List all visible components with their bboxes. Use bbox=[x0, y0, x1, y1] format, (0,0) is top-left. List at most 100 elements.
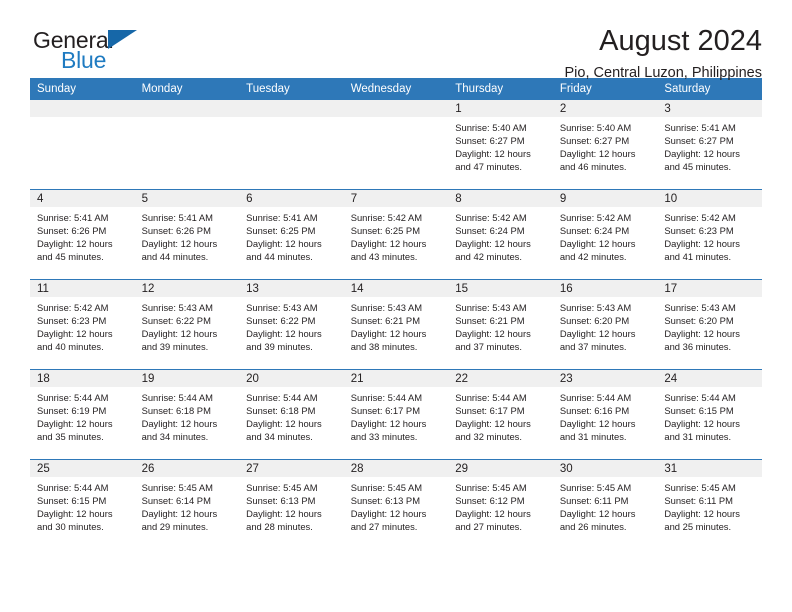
triangle-icon bbox=[108, 30, 137, 49]
weekday-header-wednesday: Wednesday bbox=[343, 78, 449, 100]
day-detail-line: Sunrise: 5:45 AM bbox=[664, 482, 736, 493]
calendar-day-cell[interactable]: 20 Sunrise: 5:44 AM Sunset: 6:18 PM Dayligh… bbox=[239, 369, 344, 460]
day-detail-line: Sunrise: 5:45 AM bbox=[455, 482, 527, 493]
day-detail-line: Daylight: 12 hours bbox=[664, 328, 740, 340]
calendar-day-cell[interactable]: 21 Sunrise: 5:44 AM Sunset: 6:17 PM Dayligh… bbox=[343, 369, 449, 460]
calendar-day-cell-empty bbox=[343, 100, 449, 190]
day-detail-line: and 33 minutes. bbox=[350, 431, 418, 443]
calendar-day-cell[interactable]: 18 Sunrise: 5:44 AM Sunset: 6:19 PM Dayligh… bbox=[30, 369, 135, 460]
calendar-day-cell-empty bbox=[134, 100, 240, 190]
day-detail-line: Daylight: 12 hours bbox=[141, 328, 218, 340]
calendar-day-cell[interactable]: 11 Sunrise: 5:42 AM Sunset: 6:23 PM Dayligh… bbox=[30, 279, 135, 370]
day-detail-line: Daylight: 12 hours bbox=[37, 508, 113, 520]
day-number: 13 bbox=[239, 280, 344, 297]
day-details: Sunrise: 5:42 AM Sunset: 6:24 PM Daylight:… bbox=[448, 207, 553, 263]
calendar-day-cell[interactable]: 16 Sunrise: 5:43 AM Sunset: 6:20 PM Dayligh… bbox=[552, 279, 658, 370]
day-number: 11 bbox=[30, 280, 135, 297]
day-detail-line: Daylight: 12 hours bbox=[246, 328, 322, 340]
calendar-day-cell[interactable]: 27 Sunrise: 5:45 AM Sunset: 6:13 PM Dayligh… bbox=[239, 459, 344, 549]
day-detail-line: Daylight: 12 hours bbox=[141, 418, 218, 430]
day-detail-line: Sunset: 6:25 PM bbox=[246, 225, 316, 237]
day-details: Sunrise: 5:45 AM Sunset: 6:11 PM Daylight:… bbox=[553, 477, 658, 533]
calendar-day-cell[interactable]: 9 Sunrise: 5:42 AM Sunset: 6:24 PM Daylight… bbox=[552, 189, 658, 280]
calendar-week-row: 25 Sunrise: 5:44 AM Sunset: 6:15 PM Dayligh… bbox=[30, 459, 762, 549]
calendar-day-cell[interactable]: 7 Sunrise: 5:42 AM Sunset: 6:25 PM Daylight… bbox=[343, 189, 449, 280]
day-detail-line: Daylight: 12 hours bbox=[455, 148, 531, 160]
day-number: 22 bbox=[448, 370, 553, 387]
day-detail-line: Daylight: 12 hours bbox=[350, 418, 427, 430]
day-detail-line: Sunset: 6:19 PM bbox=[37, 405, 107, 417]
day-detail-line: Sunrise: 5:42 AM bbox=[350, 212, 423, 223]
day-number: 17 bbox=[657, 280, 762, 297]
calendar-day-cell[interactable]: 30 Sunrise: 5:45 AM Sunset: 6:11 PM Dayligh… bbox=[552, 459, 658, 549]
day-detail-line: and 44 minutes. bbox=[246, 251, 313, 263]
calendar-day-cell[interactable]: 25 Sunrise: 5:44 AM Sunset: 6:15 PM Dayligh… bbox=[30, 459, 135, 549]
day-detail-line: Sunrise: 5:45 AM bbox=[350, 482, 423, 493]
day-details bbox=[239, 117, 344, 121]
day-number: 3 bbox=[657, 100, 762, 117]
day-detail-line: Sunrise: 5:42 AM bbox=[455, 212, 527, 223]
calendar-day-cell[interactable]: 15 Sunrise: 5:43 AM Sunset: 6:21 PM Dayligh… bbox=[448, 279, 553, 370]
day-detail-line: Daylight: 12 hours bbox=[455, 238, 531, 250]
day-details: Sunrise: 5:44 AM Sunset: 6:18 PM Daylight:… bbox=[239, 387, 344, 443]
day-number: 25 bbox=[30, 460, 135, 477]
calendar-day-cell[interactable]: 28 Sunrise: 5:45 AM Sunset: 6:13 PM Dayligh… bbox=[343, 459, 449, 549]
day-detail-line: Sunset: 6:25 PM bbox=[350, 225, 420, 237]
day-detail-line: and 27 minutes. bbox=[455, 521, 522, 533]
day-detail-line: and 25 minutes. bbox=[664, 521, 732, 533]
day-details: Sunrise: 5:41 AM Sunset: 6:25 PM Daylight:… bbox=[239, 207, 344, 263]
general-blue-logo[interactable]: General Blue bbox=[30, 24, 160, 76]
calendar-day-cell[interactable]: 29 Sunrise: 5:45 AM Sunset: 6:12 PM Dayligh… bbox=[448, 459, 553, 549]
day-detail-line: Sunrise: 5:41 AM bbox=[141, 212, 213, 223]
day-detail-line: Daylight: 12 hours bbox=[350, 238, 427, 250]
calendar-day-cell[interactable]: 19 Sunrise: 5:44 AM Sunset: 6:18 PM Dayligh… bbox=[134, 369, 240, 460]
day-detail-line: Sunset: 6:22 PM bbox=[246, 315, 316, 327]
day-detail-line: Sunset: 6:26 PM bbox=[37, 225, 107, 237]
day-details bbox=[30, 117, 135, 121]
calendar-day-cell[interactable]: 5 Sunrise: 5:41 AM Sunset: 6:26 PM Daylight… bbox=[134, 189, 240, 280]
day-detail-line: and 37 minutes. bbox=[455, 341, 522, 353]
day-detail-line: Sunrise: 5:43 AM bbox=[246, 302, 318, 313]
calendar-day-cell[interactable]: 12 Sunrise: 5:43 AM Sunset: 6:22 PM Dayligh… bbox=[134, 279, 240, 370]
day-detail-line: Sunset: 6:13 PM bbox=[246, 495, 316, 507]
calendar-day-cell[interactable]: 13 Sunrise: 5:43 AM Sunset: 6:22 PM Dayligh… bbox=[239, 279, 344, 370]
calendar-day-cell[interactable]: 3 Sunrise: 5:41 AM Sunset: 6:27 PM Daylight… bbox=[657, 100, 762, 190]
calendar-day-cell[interactable]: 26 Sunrise: 5:45 AM Sunset: 6:14 PM Dayligh… bbox=[134, 459, 240, 549]
calendar-day-cell[interactable]: 14 Sunrise: 5:43 AM Sunset: 6:21 PM Dayligh… bbox=[343, 279, 449, 370]
day-detail-line: Daylight: 12 hours bbox=[37, 328, 113, 340]
day-details: Sunrise: 5:45 AM Sunset: 6:13 PM Daylight:… bbox=[239, 477, 344, 533]
day-detail-line: and 39 minutes. bbox=[141, 341, 209, 353]
day-detail-line: Daylight: 12 hours bbox=[559, 328, 636, 340]
day-detail-line: Sunset: 6:12 PM bbox=[455, 495, 525, 507]
day-detail-line: Sunset: 6:22 PM bbox=[141, 315, 211, 327]
day-detail-line: and 35 minutes. bbox=[37, 431, 104, 443]
day-number: 23 bbox=[552, 370, 658, 387]
day-detail-line: and 39 minutes. bbox=[246, 341, 313, 353]
day-details: Sunrise: 5:43 AM Sunset: 6:20 PM Daylight:… bbox=[553, 297, 658, 353]
calendar-day-cell[interactable]: 31 Sunrise: 5:45 AM Sunset: 6:11 PM Dayligh… bbox=[657, 459, 762, 549]
day-detail-line: and 34 minutes. bbox=[246, 431, 313, 443]
day-number: 15 bbox=[448, 280, 553, 297]
day-detail-line: Daylight: 12 hours bbox=[559, 148, 636, 160]
day-detail-line: Sunset: 6:16 PM bbox=[559, 405, 630, 417]
calendar-day-cell[interactable]: 23 Sunrise: 5:44 AM Sunset: 6:16 PM Dayligh… bbox=[552, 369, 658, 460]
calendar-day-cell[interactable]: 10 Sunrise: 5:42 AM Sunset: 6:23 PM Dayligh… bbox=[657, 189, 762, 280]
calendar-day-cell[interactable]: 2 Sunrise: 5:40 AM Sunset: 6:27 PM Daylight… bbox=[552, 100, 658, 190]
day-number: 7 bbox=[343, 190, 449, 207]
day-details: Sunrise: 5:44 AM Sunset: 6:17 PM Daylight:… bbox=[344, 387, 449, 443]
calendar-day-cell[interactable]: 22 Sunrise: 5:44 AM Sunset: 6:17 PM Dayligh… bbox=[448, 369, 553, 460]
calendar-day-cell[interactable]: 6 Sunrise: 5:41 AM Sunset: 6:25 PM Daylight… bbox=[239, 189, 344, 280]
weekday-header-sunday: Sunday bbox=[30, 78, 135, 100]
day-detail-line: Sunset: 6:20 PM bbox=[559, 315, 630, 327]
calendar-day-cell[interactable]: 1 Sunrise: 5:40 AM Sunset: 6:27 PM Daylight… bbox=[448, 100, 553, 190]
calendar-day-cell[interactable]: 24 Sunrise: 5:44 AM Sunset: 6:15 PM Dayligh… bbox=[657, 369, 762, 460]
calendar-day-cell[interactable]: 8 Sunrise: 5:42 AM Sunset: 6:24 PM Daylight… bbox=[448, 189, 553, 280]
day-detail-line: Daylight: 12 hours bbox=[37, 238, 113, 250]
day-details: Sunrise: 5:43 AM Sunset: 6:22 PM Daylight:… bbox=[239, 297, 344, 353]
calendar-day-cell[interactable]: 4 Sunrise: 5:41 AM Sunset: 6:26 PM Daylight… bbox=[30, 189, 135, 280]
weekday-header-monday: Monday bbox=[134, 78, 240, 100]
weekday-header-thursday: Thursday bbox=[448, 78, 553, 100]
page-subtitle: Pio, Central Luzon, Philippines bbox=[564, 65, 762, 82]
calendar-day-cell[interactable]: 17 Sunrise: 5:43 AM Sunset: 6:20 PM Dayligh… bbox=[657, 279, 762, 370]
day-details: Sunrise: 5:45 AM Sunset: 6:13 PM Daylight:… bbox=[344, 477, 449, 533]
